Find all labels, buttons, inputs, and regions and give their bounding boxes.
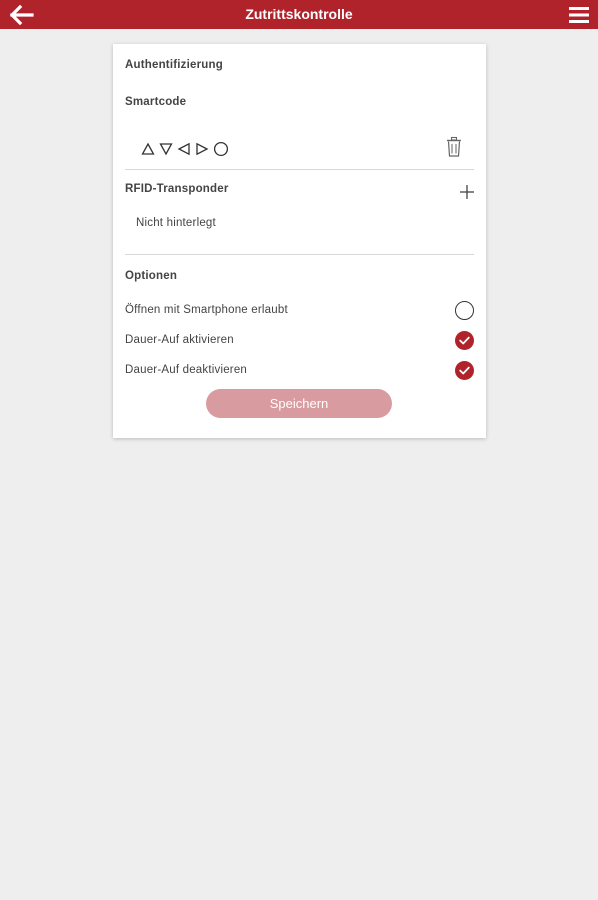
trash-icon bbox=[447, 136, 461, 157]
rfid-status-text: Nicht hinterlegt bbox=[136, 217, 216, 229]
smartcode-sequence bbox=[141, 140, 229, 158]
page-title: Zutrittskontrolle bbox=[245, 6, 353, 22]
rfid-heading: RFID-Transponder bbox=[125, 183, 229, 195]
option-row-dauer-auf-deaktivieren: Dauer-Auf deaktivieren bbox=[125, 361, 474, 383]
menu-button[interactable] bbox=[568, 5, 590, 25]
option-label: Dauer-Auf aktivieren bbox=[125, 334, 234, 346]
option-row-dauer-auf-aktivieren: Dauer-Auf aktivieren bbox=[125, 331, 474, 353]
options-heading: Optionen bbox=[125, 270, 178, 282]
top-app-bar: Zutrittskontrolle bbox=[0, 0, 598, 29]
option-label: Öffnen mit Smartphone erlaubt bbox=[125, 304, 288, 316]
circle-icon bbox=[213, 141, 229, 157]
plus-icon bbox=[460, 185, 474, 199]
smartphone-toggle-radio[interactable] bbox=[455, 301, 474, 320]
divider bbox=[125, 254, 474, 255]
triangle-right-icon bbox=[196, 142, 209, 156]
checkmark-icon bbox=[459, 366, 470, 375]
add-rfid-button[interactable] bbox=[459, 184, 475, 200]
smartcode-heading: Smartcode bbox=[125, 96, 187, 108]
access-control-card: Authentifizierung Smartcode RFID-Transpo… bbox=[113, 44, 486, 438]
option-label: Dauer-Auf deaktivieren bbox=[125, 364, 248, 376]
hamburger-menu-icon bbox=[569, 7, 589, 23]
triangle-down-icon bbox=[159, 143, 173, 156]
checkmark-icon bbox=[459, 336, 470, 345]
triangle-left-icon bbox=[177, 142, 190, 156]
delete-smartcode-button[interactable] bbox=[446, 136, 462, 158]
authentication-heading: Authentifizierung bbox=[125, 59, 223, 71]
save-button[interactable]: Speichern bbox=[206, 389, 392, 418]
triangle-up-icon bbox=[141, 142, 155, 155]
divider bbox=[125, 169, 474, 170]
dauer-auf-deaktivieren-radio[interactable] bbox=[455, 361, 474, 380]
dauer-auf-aktivieren-radio[interactable] bbox=[455, 331, 474, 350]
option-row-smartphone: Öffnen mit Smartphone erlaubt bbox=[125, 301, 474, 323]
